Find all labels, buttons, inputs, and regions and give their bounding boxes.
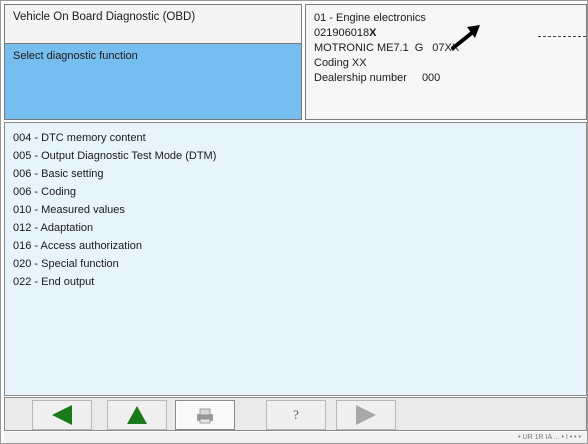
help-icon: ?: [293, 407, 299, 422]
part-number-suffix: X: [369, 27, 377, 39]
back-button[interactable]: [32, 400, 92, 430]
ecu-info-panel: 01 - Engine electronics 021906018X MOTRO…: [305, 4, 587, 120]
list-item[interactable]: 022 - End output: [13, 273, 586, 291]
forward-arrow-icon: [356, 405, 376, 425]
status-bar: • UR 1R IA ... • I • • •: [4, 432, 587, 443]
status-text: • UR 1R IA ... • I • • •: [518, 434, 581, 441]
obd-window: Vehicle On Board Diagnostic (OBD) Select…: [0, 0, 588, 444]
dealership-label: Dealership number: [314, 72, 407, 84]
forward-button[interactable]: [336, 400, 396, 430]
list-item[interactable]: 010 - Measured values: [13, 201, 586, 219]
page-title: Vehicle On Board Diagnostic (OBD): [5, 5, 301, 44]
print-icon: [197, 408, 213, 424]
list-item[interactable]: 012 - Adaptation: [13, 219, 586, 237]
pointer-arrow-icon: [451, 25, 480, 50]
part-number-prefix: 021906018: [314, 27, 370, 39]
up-arrow-icon: [127, 406, 147, 424]
toolbar: ?: [4, 397, 587, 431]
component-name: MOTRONIC ME7.1: [314, 42, 409, 54]
list-item[interactable]: 020 - Special function: [13, 255, 586, 273]
list-item[interactable]: 005 - Output Diagnostic Test Mode (DTM): [13, 147, 586, 165]
function-list: 004 - DTC memory content 005 - Output Di…: [4, 122, 587, 396]
back-arrow-icon: [52, 405, 72, 425]
print-button[interactable]: [175, 400, 235, 430]
ecu-component: MOTRONIC ME7.1 G 07XX: [314, 41, 586, 56]
component-g: G: [414, 42, 424, 54]
list-item[interactable]: 016 - Access authorization: [13, 237, 586, 255]
ecu-dealership: Dealership number 000: [314, 71, 586, 86]
ecu-part-number: 021906018X: [314, 26, 586, 41]
up-button[interactable]: [107, 400, 167, 430]
help-button[interactable]: ?: [266, 400, 326, 430]
ecu-system: 01 - Engine electronics: [314, 12, 426, 24]
dealership-value: 000: [421, 72, 441, 84]
dashed-line: [538, 36, 586, 37]
function-label: Select diagnostic function: [5, 44, 301, 119]
list-item[interactable]: 004 - DTC memory content: [13, 129, 586, 147]
header-left-panel: Vehicle On Board Diagnostic (OBD) Select…: [4, 4, 302, 120]
ecu-coding: Coding XX: [314, 57, 367, 69]
list-item[interactable]: 006 - Basic setting: [13, 165, 586, 183]
list-item[interactable]: 006 - Coding: [13, 183, 586, 201]
